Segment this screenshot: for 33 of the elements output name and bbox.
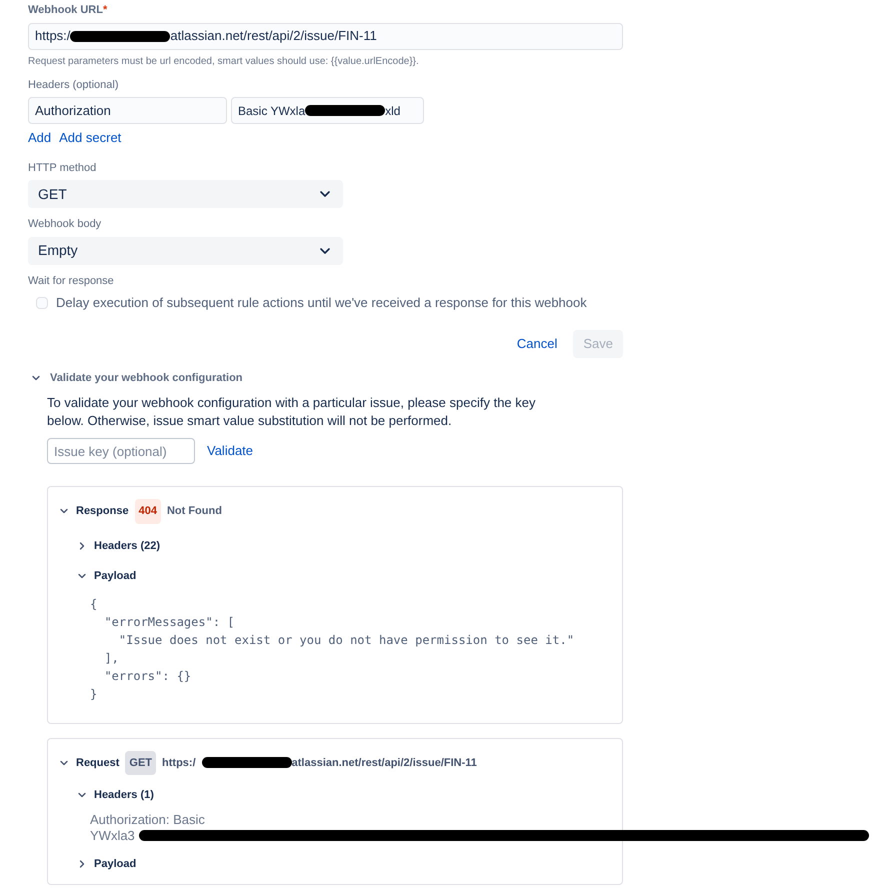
section-toggle[interactable]: Headers (1) xyxy=(76,787,154,804)
cancel-button[interactable]: Cancel xyxy=(512,334,562,354)
add-link[interactable]: Add secret xyxy=(59,128,122,148)
status-code-badge: 404 xyxy=(134,499,161,524)
issue-key-field[interactable]: Issue key (optional) xyxy=(47,438,195,464)
method-badge: GET xyxy=(125,750,156,775)
section-toggle[interactable]: Validate your webhook configuration xyxy=(30,370,243,386)
header-value-field[interactable]: Basic YWxla xld xyxy=(231,97,424,124)
header-value-text: YWxla3 xyxy=(90,828,135,844)
field-label: Wait for response xyxy=(28,274,115,288)
help-text: Request parameters must be url encoded, smart values should use: {{value.urlEncode}}. xyxy=(28,54,420,68)
section-toggle[interactable]: Payload xyxy=(76,568,136,584)
select-dropdown[interactable]: Empty xyxy=(28,236,343,264)
field-label: Webhook URL* xyxy=(28,3,108,18)
field-label: Webhook body xyxy=(28,217,102,232)
request-toggle[interactable]: Request xyxy=(58,754,120,771)
select-dropdown[interactable]: GET xyxy=(28,180,343,208)
field-label: HTTP method xyxy=(28,160,98,176)
field-label: Headers (optional) xyxy=(28,78,120,92)
url-input-field[interactable]: https:/ atlassian.net/rest/api/2/issue/FIN-11 xyxy=(28,22,623,50)
header-line: Authorization: Basic xyxy=(90,812,206,828)
section-toggle[interactable]: Payload xyxy=(76,856,136,872)
checkbox[interactable] xyxy=(36,296,48,309)
request-url-end: atlassian.net/rest/api/2/issue/FIN-11 xyxy=(292,756,477,770)
response-toggle[interactable]: Response 404 Not Found xyxy=(58,499,222,524)
payload-code: { "errorMessages": [ "Issue does not exist or you do not have permission to see it." ], "errors": {} } xyxy=(90,596,576,702)
validate-link[interactable]: Validate xyxy=(207,441,254,461)
header-name-field[interactable]: Authorization xyxy=(28,97,227,124)
description-text: To validate your webhook configuration with a particular issue, please specify the key below. Otherwise, issue smart value substitution will not be performed. xyxy=(47,394,536,430)
add-link[interactable]: Add xyxy=(28,128,52,148)
section-toggle[interactable]: Headers (22) xyxy=(76,538,160,554)
request-url-start: https:/ xyxy=(162,756,196,770)
checkbox-label: Delay execution of subsequent rule actions until we've received a response for this webhook xyxy=(56,294,587,312)
